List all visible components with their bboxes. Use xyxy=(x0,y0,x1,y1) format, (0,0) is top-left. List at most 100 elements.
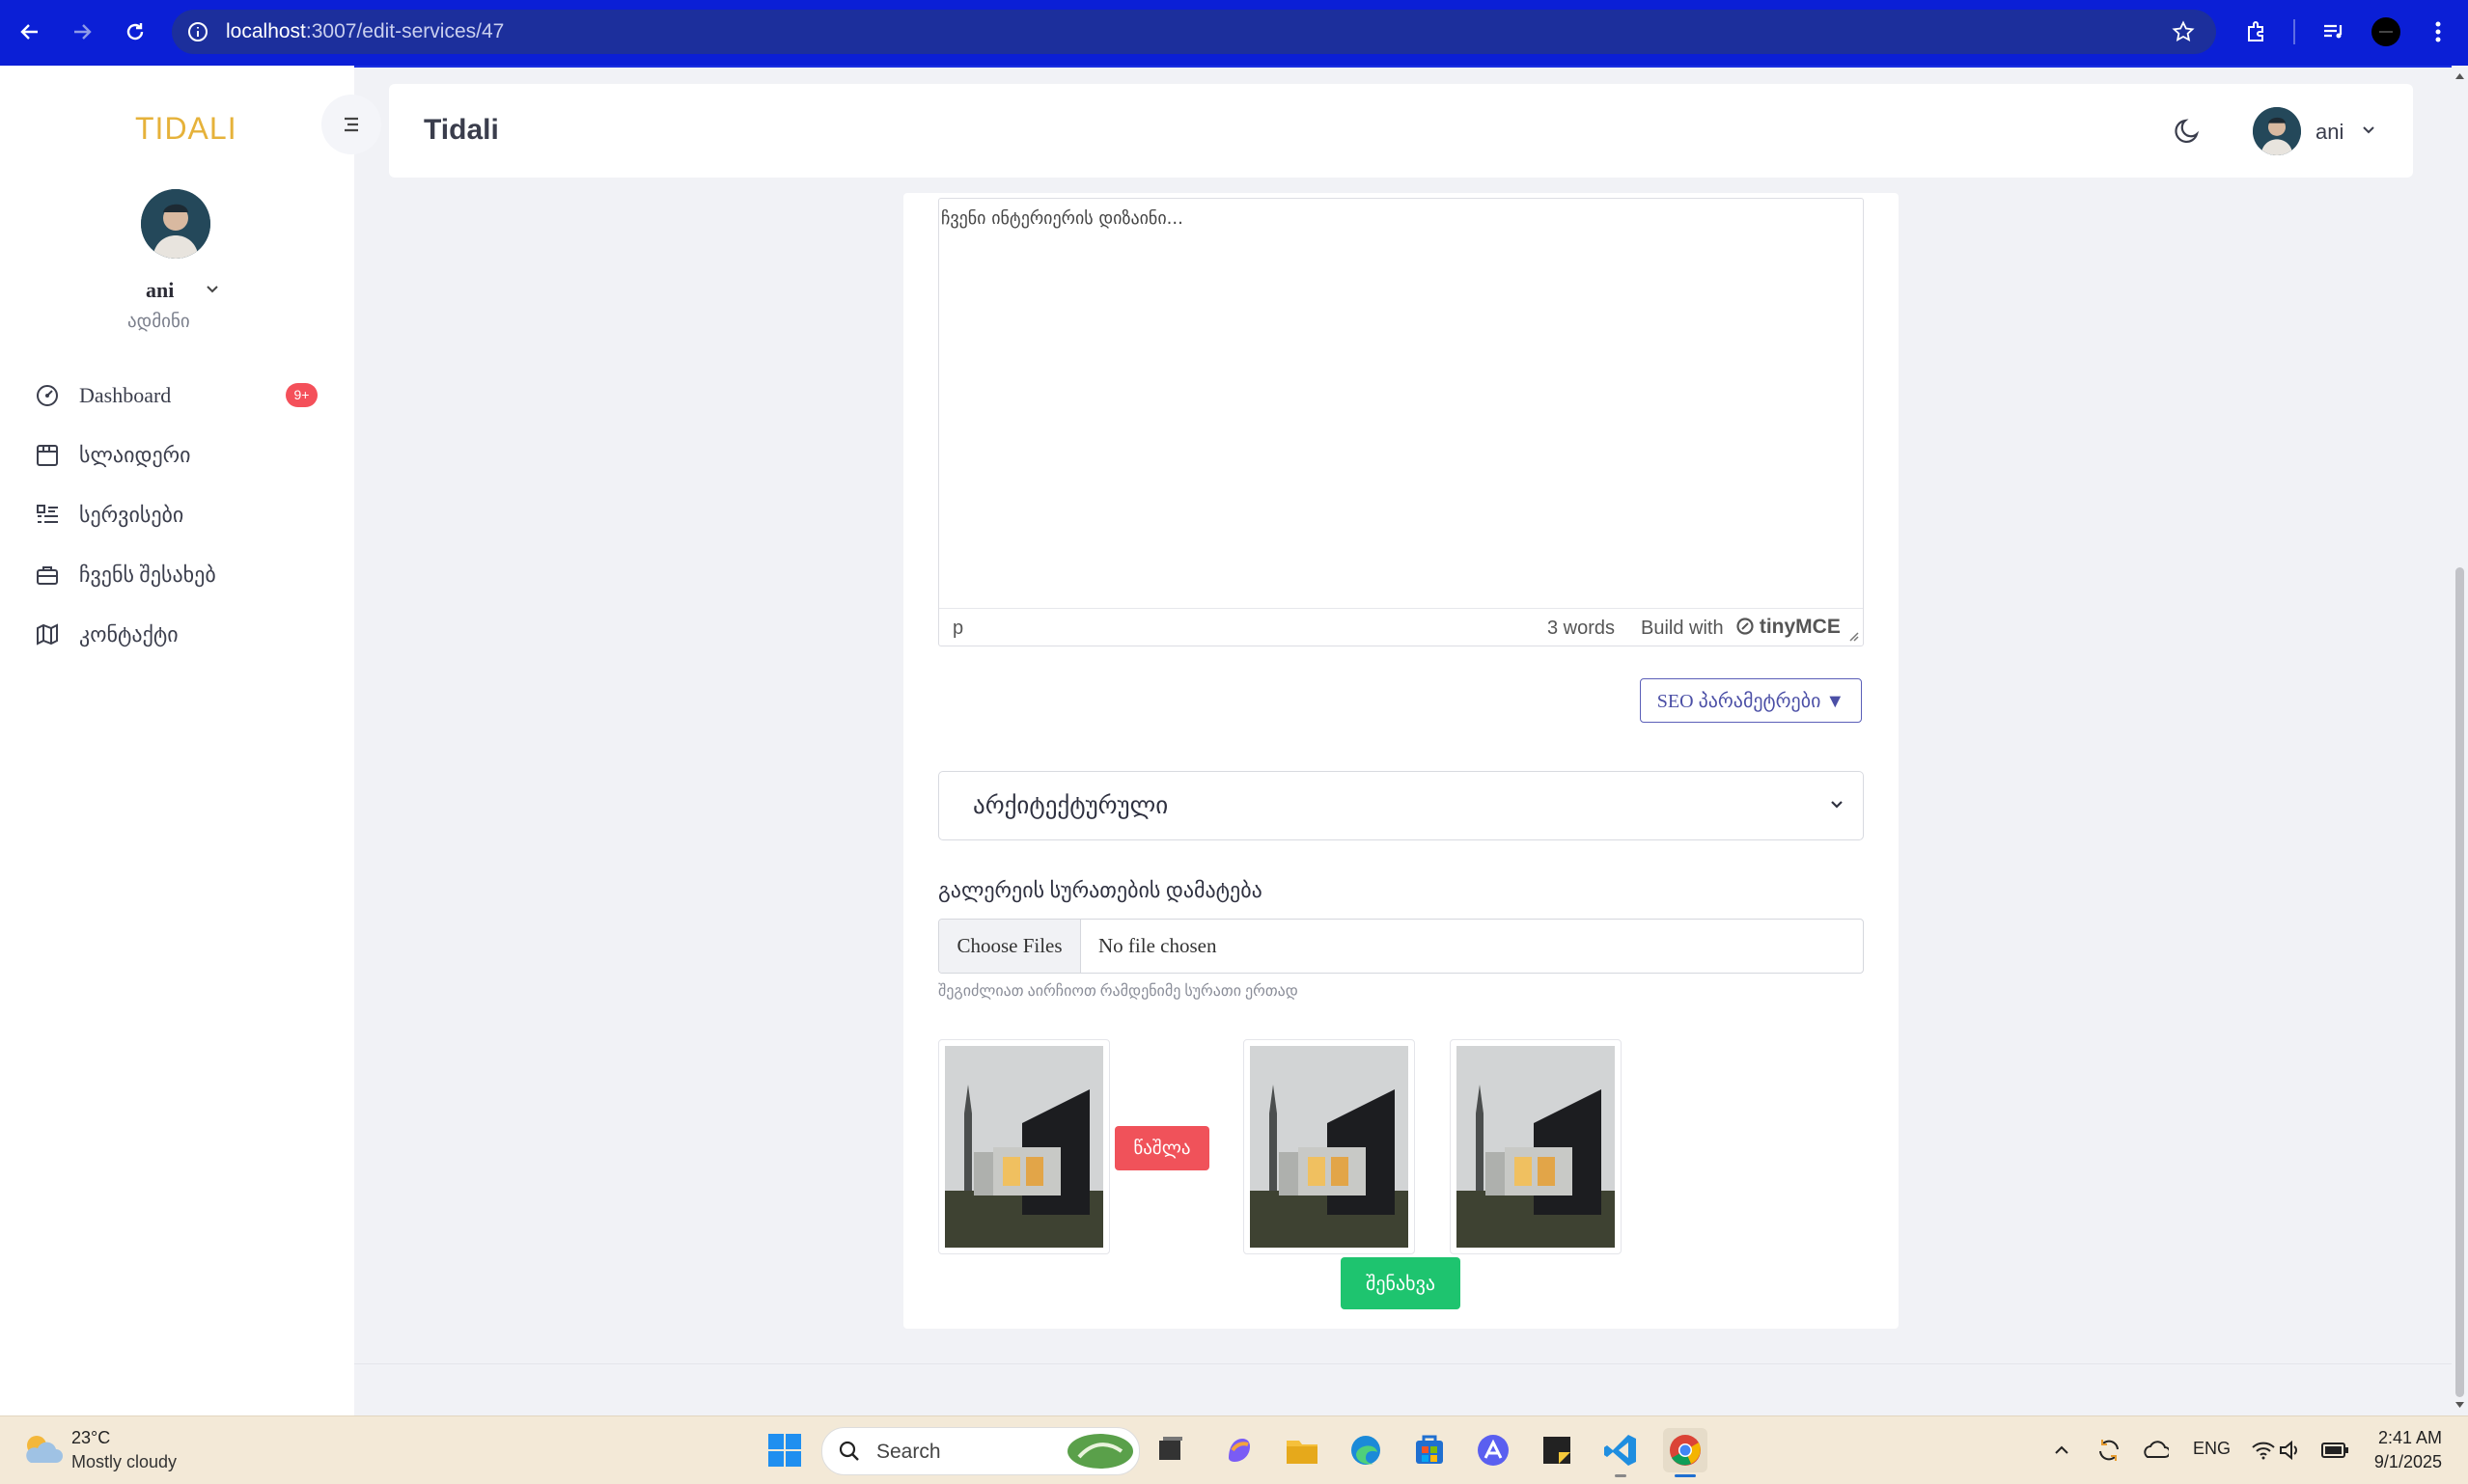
copilot-icon[interactable] xyxy=(1219,1431,1258,1470)
gallery-label: გალერეის სურათების დამატება xyxy=(938,878,1262,902)
chevron-down-icon[interactable] xyxy=(2361,124,2376,136)
dark-mode-toggle-icon[interactable] xyxy=(2172,114,2205,147)
toolbar-divider xyxy=(2293,19,2295,44)
gallery-thumbnail[interactable] xyxy=(938,1039,1110,1254)
page-scrollbar[interactable] xyxy=(2452,66,2468,1415)
house-image xyxy=(1250,1046,1408,1248)
extensions-icon[interactable] xyxy=(2236,12,2277,52)
header-username[interactable]: ani xyxy=(2315,120,2343,145)
onedrive-icon[interactable] xyxy=(2142,1438,2169,1461)
profile-icon[interactable] xyxy=(2366,12,2406,52)
gallery-thumbnail[interactable] xyxy=(1450,1039,1622,1254)
footer-divider xyxy=(354,1363,2455,1364)
tinymce-icon xyxy=(1736,618,1754,635)
logo[interactable]: TIDALI xyxy=(135,111,237,147)
scroll-down-icon[interactable] xyxy=(2454,1400,2465,1410)
editor-build-with: Build with xyxy=(1641,618,1724,639)
page-title: Tidali xyxy=(424,114,499,146)
category-select-value: არქიტექტურული xyxy=(973,793,1169,819)
header-avatar[interactable] xyxy=(2253,107,2301,155)
weather-temperature[interactable]: 23°C xyxy=(71,1428,110,1448)
taskbar-search-placeholder: Search xyxy=(876,1441,941,1463)
language-indicator[interactable]: ENG xyxy=(2193,1439,2231,1459)
rich-text-editor[interactable]: ჩვენი ინტერიერის დიზაინი... p 3 words Bu… xyxy=(938,198,1864,646)
weather-cloudy-icon[interactable] xyxy=(21,1430,64,1469)
address-bar[interactable]: localhost:3007/edit-services/47 xyxy=(172,10,2216,54)
gallery-file-input[interactable]: Choose Files No file chosen xyxy=(938,919,1864,974)
save-button[interactable]: შენახვა xyxy=(1341,1257,1460,1309)
sidebar-item-label: სლაიდერი xyxy=(79,443,191,467)
sidebar-item-label: ჩვენს შესახებ xyxy=(79,563,216,587)
top-header: Tidali ani xyxy=(389,84,2413,178)
scroll-thumb[interactable] xyxy=(2455,567,2464,1397)
sidebar-item-services[interactable]: სერვისები xyxy=(33,493,322,537)
map-icon xyxy=(33,620,62,649)
chevron-down-icon[interactable] xyxy=(205,284,220,295)
running-indicator xyxy=(1615,1474,1626,1477)
sidebar-item-label: სერვისები xyxy=(79,503,184,527)
chevron-down-icon xyxy=(1831,801,1843,809)
task-view-icon[interactable] xyxy=(1151,1431,1190,1470)
dashboard-icon xyxy=(33,381,62,410)
category-select[interactable]: არქიტექტურული xyxy=(938,771,1864,840)
sidebar-item-label: კონტაქტი xyxy=(79,622,179,646)
sidebar-item-contact[interactable]: კონტაქტი xyxy=(33,613,322,657)
gallery-thumbnail[interactable] xyxy=(1243,1039,1415,1254)
slider-icon xyxy=(33,441,62,470)
chrome-icon[interactable] xyxy=(1663,1428,1707,1472)
back-icon[interactable] xyxy=(10,12,50,52)
hamburger-icon xyxy=(345,117,358,132)
sidebar-item-about[interactable]: ჩვენს შესახებ xyxy=(33,553,322,597)
file-status-text: No file chosen xyxy=(1098,934,1217,957)
reload-icon[interactable] xyxy=(115,12,155,52)
chevron-up-icon[interactable] xyxy=(2052,1441,2071,1460)
seo-parameters-button[interactable]: SEO პარამეტრები ▼ xyxy=(1640,678,1862,723)
tinymce-logo[interactable]: tinyMCE xyxy=(1736,616,1841,639)
volume-icon[interactable] xyxy=(2278,1440,2301,1461)
delete-image-button[interactable]: წაშლა xyxy=(1115,1126,1209,1170)
browser-menu-icon[interactable] xyxy=(2418,12,2458,52)
sidebar-item-label: Dashboard xyxy=(79,383,172,407)
avatar[interactable] xyxy=(141,189,210,259)
briefcase-icon xyxy=(33,561,62,590)
sidebar-user-role: ადმინი xyxy=(127,312,190,332)
windows-taskbar: 23°C Mostly cloudy Search ENG 2:41 AM 9/… xyxy=(0,1415,2468,1484)
editor-content[interactable]: ჩვენი ინტერიერის დიზაინი... xyxy=(941,208,1183,229)
editor-word-count[interactable]: 3 words xyxy=(1547,618,1615,640)
url-text[interactable]: localhost:3007/edit-services/47 xyxy=(226,20,504,43)
edge-icon[interactable] xyxy=(1346,1431,1385,1470)
sidebar-item-dashboard[interactable]: Dashboard xyxy=(33,373,322,418)
clock-time[interactable]: 2:41 AM xyxy=(2376,1428,2442,1448)
forward-icon[interactable] xyxy=(62,12,102,52)
battery-icon[interactable] xyxy=(2320,1441,2349,1460)
weather-description[interactable]: Mostly cloudy xyxy=(71,1452,177,1472)
vscode-icon[interactable] xyxy=(1601,1431,1640,1470)
store-icon[interactable] xyxy=(1410,1431,1449,1470)
media-control-icon[interactable] xyxy=(2314,12,2354,52)
notification-badge: 9+ xyxy=(286,383,318,407)
browser-toolbar: localhost:3007/edit-services/47 xyxy=(0,0,2468,66)
taskbar-search[interactable]: Search xyxy=(821,1427,1140,1475)
choose-files-button[interactable]: Choose Files xyxy=(939,920,1081,973)
active-indicator xyxy=(1675,1474,1696,1477)
sticky-notes-icon[interactable] xyxy=(1538,1431,1576,1470)
sidebar-username[interactable]: ani xyxy=(146,278,174,303)
house-image xyxy=(945,1046,1103,1248)
wifi-icon[interactable] xyxy=(2251,1440,2276,1461)
menu-toggle-button[interactable] xyxy=(321,95,381,154)
list-icon xyxy=(33,501,62,530)
resize-handle-icon[interactable] xyxy=(1847,630,1859,642)
sidebar-item-slider[interactable]: სლაიდერი xyxy=(33,433,322,478)
file-explorer-icon[interactable] xyxy=(1283,1431,1321,1470)
sidebar xyxy=(0,66,354,1415)
bookmark-star-icon[interactable] xyxy=(2172,20,2195,43)
editor-element-path[interactable]: p xyxy=(953,618,963,640)
file-hint: შეგიძლიათ აირჩიოთ რამდენიმე სურათი ერთად xyxy=(938,983,1298,1000)
sync-icon[interactable] xyxy=(2094,1436,2123,1465)
windows-start-icon[interactable] xyxy=(767,1433,802,1468)
app-icon[interactable] xyxy=(1474,1431,1512,1470)
site-info-icon[interactable] xyxy=(187,21,208,42)
clock-date[interactable]: 9/1/2025 xyxy=(2355,1452,2442,1472)
scroll-up-icon[interactable] xyxy=(2454,71,2465,81)
search-icon xyxy=(839,1441,859,1461)
